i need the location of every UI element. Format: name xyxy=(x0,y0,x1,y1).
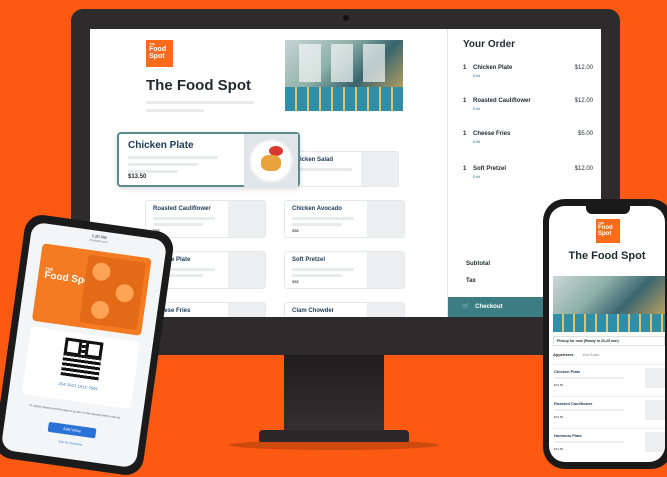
edit-link[interactable]: Edit xyxy=(473,139,480,144)
featured-menu-item[interactable]: Chicken Plate $13.50 xyxy=(117,132,300,187)
menu-item[interactable]: Soft Pretzel $$$ xyxy=(284,251,405,289)
placeholder-line xyxy=(146,109,204,112)
restaurant-photo xyxy=(553,276,665,332)
menu-item[interactable]: Chicken Avocado $$$ xyxy=(284,200,405,238)
order-qty: 1 xyxy=(463,65,467,71)
right-phone: THE Food Spot The Food Spot Pickup for n… xyxy=(543,199,667,469)
subtotal-label: Subtotal xyxy=(466,261,490,267)
edit-link[interactable]: Edit xyxy=(473,73,480,78)
list-item[interactable]: Hummus Plate $13.50 xyxy=(553,428,665,454)
menu-item-price: $13.50 xyxy=(554,415,564,419)
logo-name: Food Spot xyxy=(598,225,613,237)
order-item-price: $5.00 xyxy=(577,131,593,137)
brand-logo: THE Food Spot xyxy=(146,40,173,67)
menu-item-name: Roasted Cauliflower xyxy=(153,206,211,212)
edit-link[interactable]: Edit xyxy=(473,174,480,179)
menu-item-thumbnail xyxy=(361,152,398,186)
edit-link[interactable]: Edit xyxy=(473,106,480,111)
page-title: The Food Spot xyxy=(568,250,646,262)
menu-item-name: Chicken Avocado xyxy=(292,206,342,212)
restaurant-photo xyxy=(285,40,403,111)
menu-item-name: Clam Chowder xyxy=(292,308,335,314)
menu-item-name: Roasted Cauliflower xyxy=(554,401,593,406)
left-phone: 1:20 PM foodspot.com THE Food Spot JD4 2… xyxy=(0,212,176,477)
placeholder-line xyxy=(146,101,254,104)
phone-screen: 1:20 PM foodspot.com THE Food Spot JD4 2… xyxy=(0,221,168,469)
list-item[interactable]: Chicken Plate $13.50 xyxy=(553,364,665,390)
order-item-price: $12.00 xyxy=(574,166,593,172)
pickup-selector[interactable]: Pickup for now (Ready in 20-25 min) xyxy=(553,336,665,346)
order-item-name: Roasted Cauliflower xyxy=(473,98,531,104)
category-tabs: Appetizers Hot Subs xyxy=(553,352,607,357)
food-photo xyxy=(244,134,298,187)
menu-item[interactable]: Chicken Salad xyxy=(284,151,399,187)
add-value-button[interactable]: Add Value xyxy=(47,421,97,439)
cart-icon: 🛒 xyxy=(462,304,470,310)
brand-logo: THE Food Spot xyxy=(596,219,620,243)
qr-code-icon xyxy=(60,337,104,381)
monitor-stand xyxy=(284,355,384,433)
page-title: The Food Spot xyxy=(146,77,251,94)
camera-icon xyxy=(343,15,349,21)
order-item-price: $12.00 xyxy=(574,98,593,104)
order-item-name: Chicken Plate xyxy=(473,65,513,71)
menu-item[interactable]: Clam Chowder xyxy=(284,302,405,317)
tab-appetizers[interactable]: Appetizers xyxy=(553,352,573,357)
monitor-base xyxy=(259,430,409,442)
menu-item-price: $13.50 xyxy=(554,447,564,451)
featured-item-name: Chicken Plate xyxy=(128,140,194,151)
order-item-name: Cheese Fries xyxy=(473,131,511,137)
menu-item-thumbnail xyxy=(367,303,404,317)
menu-item-thumbnail xyxy=(645,432,665,452)
order-qty: 1 xyxy=(463,166,467,172)
menu-item-price: $$$ xyxy=(292,279,299,284)
logo-name: Food Spot xyxy=(149,46,167,60)
flyer-image: THE Food Spot xyxy=(31,243,152,336)
order-qty: 1 xyxy=(463,131,467,137)
checkout-label: Checkout xyxy=(475,304,503,310)
menu-item-thumbnail xyxy=(228,303,265,317)
menu-item-thumbnail xyxy=(367,201,404,237)
tax-label: Tax xyxy=(466,278,476,284)
order-item-price: $12.00 xyxy=(574,65,593,71)
tab-hot-subs[interactable]: Hot Subs xyxy=(583,352,599,357)
food-illustration xyxy=(79,254,147,331)
menu-item-name: Soft Pretzel xyxy=(292,257,326,263)
menu-item-thumbnail xyxy=(228,252,265,288)
phone-screen: THE Food Spot The Food Spot Pickup for n… xyxy=(549,206,665,462)
menu-item-thumbnail xyxy=(367,252,404,288)
menu-item-price: $13.50 xyxy=(554,383,564,387)
order-title: Your Order xyxy=(463,39,516,50)
qr-code-text: JD4 2FG1 1A1C 2S91 xyxy=(58,380,99,392)
menu-item-thumbnail xyxy=(645,368,665,388)
menu-item-thumbnail xyxy=(645,400,665,420)
order-qty: 1 xyxy=(463,98,467,104)
menu-item-name: Hummus Plate xyxy=(554,433,582,438)
menu-item-price: $$$ xyxy=(292,228,299,233)
menu-item-name: Chicken Plate xyxy=(554,369,581,374)
menu-item-thumbnail xyxy=(228,201,265,237)
featured-item-price: $13.50 xyxy=(128,174,147,180)
qr-card: JD4 2FG1 1A1C 2S91 xyxy=(21,326,140,410)
phone-notch xyxy=(586,206,630,214)
list-item[interactable]: Roasted Cauliflower $13.50 xyxy=(553,396,665,422)
order-item-name: Soft Pretzel xyxy=(473,166,507,172)
